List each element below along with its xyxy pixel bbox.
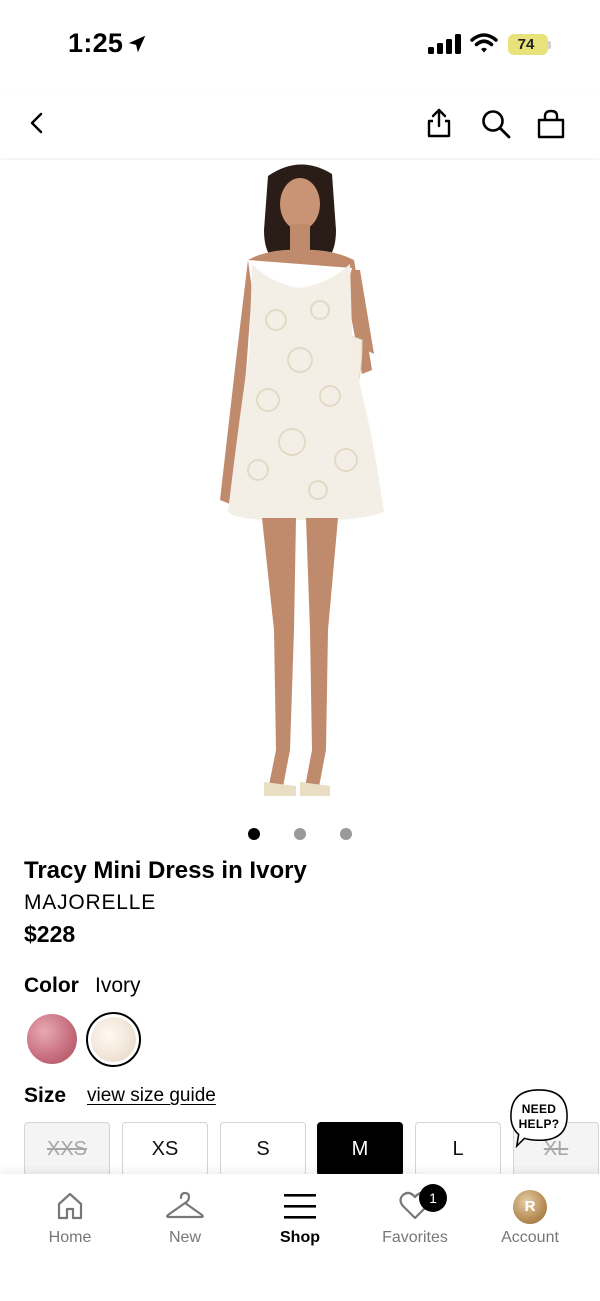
tab-shop[interactable]: Shop	[242, 1174, 358, 1264]
bottom-tab-bar: Home New Shop 1 Favorites R Account	[0, 1174, 600, 1301]
location-arrow-icon	[128, 35, 146, 53]
color-swatch-ivory[interactable]	[91, 1017, 136, 1062]
carousel-dot-1[interactable]	[248, 828, 260, 840]
tab-account[interactable]: R Account	[472, 1174, 588, 1264]
shopping-bag-icon[interactable]	[535, 108, 567, 140]
product-brand[interactable]: MAJORELLE	[24, 891, 156, 915]
carousel-pagination[interactable]	[0, 828, 600, 840]
status-time: 1:25	[68, 28, 124, 58]
back-chevron-icon[interactable]	[24, 110, 50, 136]
tab-new[interactable]: New	[127, 1174, 243, 1264]
account-avatar: R	[513, 1190, 547, 1224]
product-image-carousel[interactable]	[0, 160, 600, 818]
top-navigation-bar	[0, 90, 600, 158]
carousel-dot-3[interactable]	[340, 828, 352, 840]
tab-shop-label: Shop	[280, 1229, 320, 1246]
product-title: Tracy Mini Dress in Ivory	[24, 857, 307, 884]
share-icon[interactable]	[424, 107, 454, 139]
status-bar: 1:25 74	[0, 0, 600, 90]
size-option-xs[interactable]: XS	[122, 1122, 208, 1176]
size-option-xxs[interactable]: XXS	[24, 1122, 110, 1176]
selected-color-value: Ivory	[95, 974, 141, 997]
cellular-signal-icon	[428, 34, 461, 54]
tab-home[interactable]: Home	[12, 1174, 128, 1264]
tab-home-label: Home	[48, 1229, 92, 1246]
size-option-m[interactable]: M	[317, 1122, 403, 1176]
need-help-label[interactable]: NEED HELP?	[509, 1102, 569, 1132]
tab-new-label: New	[168, 1229, 201, 1246]
tab-favorites[interactable]: 1 Favorites	[357, 1174, 473, 1264]
product-price: $228	[24, 921, 76, 947]
size-label: Size	[24, 1084, 67, 1107]
size-guide-link[interactable]: view size guide	[87, 1085, 216, 1107]
hanger-icon	[166, 1191, 204, 1219]
favorites-count-badge: 1	[419, 1184, 447, 1212]
color-label: Color	[24, 974, 79, 997]
wifi-icon	[470, 33, 498, 53]
carousel-dot-2[interactable]	[294, 828, 306, 840]
battery-indicator: 74	[508, 34, 548, 55]
search-icon[interactable]	[480, 108, 512, 140]
size-option-s[interactable]: S	[220, 1122, 306, 1176]
home-icon	[57, 1192, 83, 1220]
tab-favorites-label: Favorites	[382, 1229, 448, 1246]
color-swatch-pink[interactable]	[27, 1014, 77, 1064]
battery-level: 74	[517, 36, 535, 53]
size-option-l[interactable]: L	[415, 1122, 501, 1176]
product-image	[220, 164, 384, 796]
tab-account-label: Account	[501, 1229, 559, 1246]
battery-nub	[548, 41, 551, 49]
menu-icon	[284, 1194, 316, 1219]
